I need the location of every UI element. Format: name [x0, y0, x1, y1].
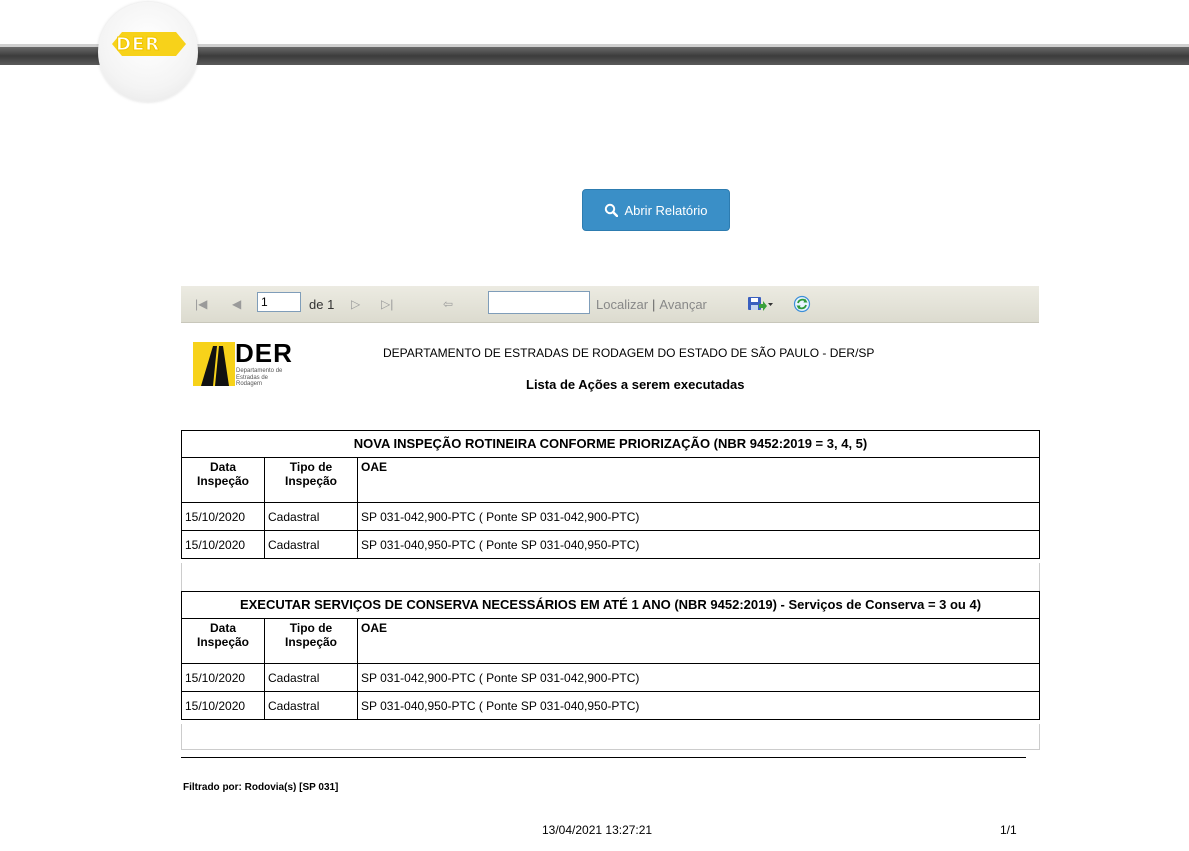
filter-text: Filtrado por: Rodovia(s) [SP 031]: [183, 782, 339, 793]
first-page-icon[interactable]: |◀: [195, 286, 207, 322]
refresh-icon: [793, 295, 811, 313]
cell-date: 15/10/2020: [182, 531, 265, 558]
column-header-oae: OAE: [361, 460, 388, 474]
cell-date: 15/10/2020: [182, 664, 265, 691]
section-table: NOVA INSPEÇÃO ROTINEIRA CONFORME PRIORIZ…: [181, 430, 1040, 559]
page-indicator: 1/1: [1000, 823, 1017, 837]
column-header-type: Tipo de Inspeção: [265, 619, 358, 663]
find-separator: |: [652, 296, 656, 312]
cell-oae: SP 031-042,900-PTC ( Ponte SP 031-042,90…: [361, 509, 640, 524]
table-row: 15/10/2020 Cadastral SP 031-040,950-PTC …: [182, 531, 1039, 558]
column-header-type: Tipo de Inspeção: [265, 458, 358, 502]
cell-type: Cadastral: [265, 692, 358, 719]
export-button[interactable]: [747, 286, 773, 322]
section-table: EXECUTAR SERVIÇOS DE CONSERVA NECESSÁRIO…: [181, 591, 1040, 720]
save-disk-icon: [748, 297, 773, 311]
logo-text: DER: [115, 34, 161, 56]
previous-page-icon[interactable]: ◀: [232, 286, 241, 322]
section-title: EXECUTAR SERVIÇOS DE CONSERVA NECESSÁRIO…: [182, 592, 1039, 619]
report-timestamp: 13/04/2021 13:27:21: [542, 823, 653, 837]
open-report-label: Abrir Relatório: [624, 202, 708, 218]
column-header-date: Data Inspeção: [182, 458, 265, 502]
search-icon: [605, 203, 619, 217]
report-subtitle: Lista de Ações a serem executadas: [526, 377, 745, 392]
open-report-button[interactable]: Abrir Relatório: [582, 189, 730, 231]
find-link[interactable]: Localizar: [596, 297, 648, 312]
cell-oae: SP 031-042,900-PTC ( Ponte SP 031-042,90…: [361, 670, 640, 685]
report-toolbar: |◀ ◀ de 1 ▷ ▷| ⇦ Localizar | Avançar: [181, 286, 1039, 323]
table-header-row: Data Inspeção Tipo de Inspeção OAE: [182, 619, 1039, 664]
back-icon[interactable]: ⇦: [443, 286, 453, 322]
der-logo[interactable]: DER: [98, 2, 198, 102]
next-link[interactable]: Avançar: [659, 297, 706, 312]
report-logo-sub2: Estradas de Rodagem: [236, 375, 269, 387]
table-header-row: Data Inspeção Tipo de Inspeção OAE: [182, 458, 1039, 503]
cell-type: Cadastral: [265, 664, 358, 691]
next-page-icon[interactable]: ▷: [351, 286, 360, 322]
refresh-button[interactable]: [793, 286, 811, 322]
cell-date: 15/10/2020: [182, 503, 265, 530]
report-logo-text: DER: [235, 338, 293, 368]
last-page-icon[interactable]: ▷|: [381, 286, 393, 322]
cell-type: Cadastral: [265, 531, 358, 558]
page-number-input[interactable]: [257, 292, 301, 312]
cell-date: 15/10/2020: [182, 692, 265, 719]
report-logo-sub1: Departamento de: [236, 368, 283, 374]
section-title: NOVA INSPEÇÃO ROTINEIRA CONFORME PRIORIZ…: [182, 431, 1039, 458]
section-spacer: [181, 563, 1040, 591]
column-header-date: Data Inspeção: [182, 619, 265, 663]
column-header-oae: OAE: [361, 621, 388, 635]
report-divider: [181, 757, 1026, 758]
table-row: 15/10/2020 Cadastral SP 031-042,900-PTC …: [182, 664, 1039, 692]
section-spacer: [181, 724, 1040, 750]
find-links: Localizar | Avançar: [596, 286, 707, 322]
table-row: 15/10/2020 Cadastral SP 031-040,950-PTC …: [182, 692, 1039, 719]
report-logo: DER Departamento de Estradas de Rodagem: [193, 338, 293, 388]
cell-oae: SP 031-040,950-PTC ( Ponte SP 031-040,95…: [361, 537, 640, 552]
cell-type: Cadastral: [265, 503, 358, 530]
find-input[interactable]: [488, 291, 590, 314]
report-title: DEPARTAMENTO DE ESTRADAS DE RODAGEM DO E…: [383, 346, 875, 360]
cell-oae: SP 031-040,950-PTC ( Ponte SP 031-040,95…: [361, 698, 640, 713]
page-count-label: de 1: [309, 296, 335, 312]
table-row: 15/10/2020 Cadastral SP 031-042,900-PTC …: [182, 503, 1039, 531]
report-logo-icon: [193, 342, 235, 386]
